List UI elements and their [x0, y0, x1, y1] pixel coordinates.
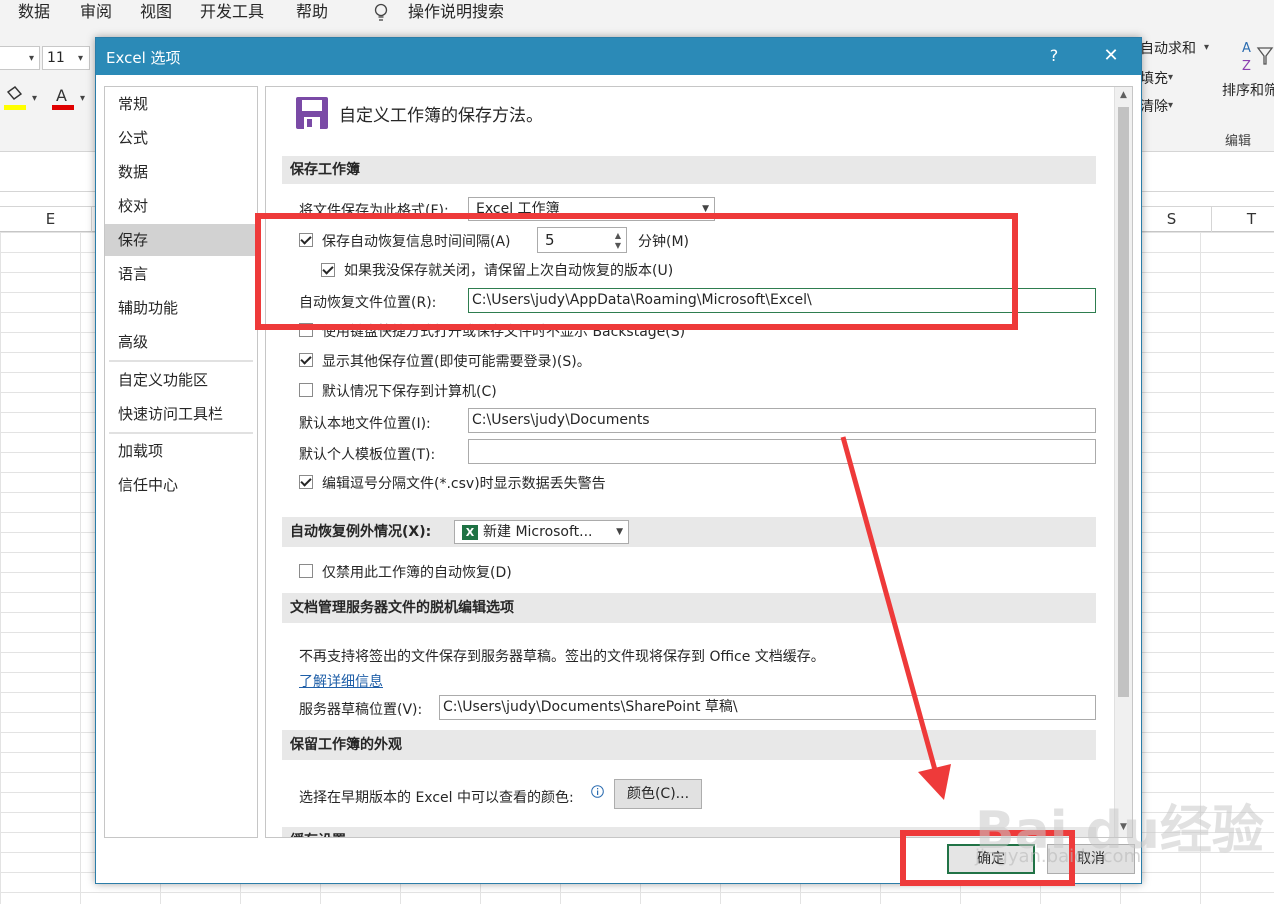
- column-header-t[interactable]: T: [1212, 207, 1274, 232]
- clear-button[interactable]: 清除: [1140, 96, 1168, 116]
- nav-trust-center[interactable]: 信任中心: [105, 469, 257, 501]
- server-drafts-label: 服务器草稿位置(V):: [299, 702, 423, 718]
- chevron-down-icon: ▾: [1168, 72, 1174, 83]
- save-disk-icon: [296, 97, 328, 129]
- font-color-icon[interactable]: A: [52, 86, 74, 112]
- nav-add-ins[interactable]: 加载项: [105, 435, 257, 467]
- svg-text:A: A: [56, 86, 67, 105]
- editing-group-label: 编辑: [1225, 134, 1252, 149]
- sort-filter-icon: A Z: [1242, 41, 1274, 74]
- server-info-text: 不再支持将签出的文件保存到服务器草稿。签出的文件现将保存到 Office 文档缓…: [299, 649, 825, 665]
- colors-label: 选择在早期版本的 Excel 中可以查看的颜色:: [299, 790, 574, 806]
- excel-icon: X: [462, 525, 478, 540]
- baidu-watermark-url: jingyan.baidu.com: [975, 846, 1142, 867]
- highlight-box-autorecover: [255, 213, 1018, 330]
- disable-autorecover-label: 仅禁用此工作簿的自动恢复(D): [322, 565, 512, 581]
- default-local-location-label: 默认本地文件位置(I):: [299, 416, 431, 432]
- menu-review[interactable]: 审阅: [80, 0, 112, 26]
- nav-customize-ribbon[interactable]: 自定义功能区: [105, 364, 257, 396]
- nav-divider: [109, 432, 253, 434]
- page-header: 自定义工作簿的保存方法。: [339, 106, 543, 126]
- save-to-computer-label: 默认情况下保存到计算机(C): [322, 384, 497, 400]
- menu-developer[interactable]: 开发工具: [200, 0, 264, 26]
- nav-divider: [109, 360, 253, 362]
- disable-autorecover-checkbox[interactable]: [299, 564, 313, 578]
- svg-text:Z: Z: [1242, 59, 1251, 74]
- nav-quick-access-toolbar[interactable]: 快速访问工具栏: [105, 398, 257, 430]
- nav-language[interactable]: 语言: [105, 258, 257, 290]
- chevron-down-icon: ▾: [1168, 100, 1174, 111]
- scrollbar-thumb[interactable]: [1118, 107, 1129, 697]
- chevron-down-icon: ▾: [78, 53, 84, 64]
- excel-menubar: 数据 审阅 视图 开发工具 帮助 操作说明搜索: [0, 0, 1274, 30]
- section-offline-editing: 文档管理服务器文件的脱机编辑选项: [282, 593, 1096, 623]
- nav-formulas[interactable]: 公式: [105, 122, 257, 154]
- chevron-down-icon: ▾: [80, 93, 86, 104]
- content-scrollbar[interactable]: ▲ ▼: [1114, 87, 1132, 837]
- exceptions-workbook-value: 新建 Microsoft...: [483, 524, 593, 540]
- nav-save[interactable]: 保存: [105, 224, 257, 256]
- section-save-workbooks: 保存工作簿: [282, 156, 1096, 184]
- csv-warning-label: 编辑逗号分隔文件(*.csv)时显示数据丢失警告: [322, 476, 606, 492]
- tell-me-search[interactable]: 操作说明搜索: [408, 0, 504, 26]
- column-header-s[interactable]: S: [1132, 207, 1212, 232]
- info-icon[interactable]: [591, 785, 604, 798]
- default-local-location-input[interactable]: C:\Users\judy\Documents: [468, 408, 1096, 433]
- nav-data[interactable]: 数据: [105, 156, 257, 188]
- column-header-e[interactable]: E: [10, 207, 92, 232]
- section-autorecover-exceptions: 自动恢复例外情况(X):: [282, 517, 1096, 547]
- template-location-input[interactable]: [468, 439, 1096, 464]
- show-other-locations-checkbox[interactable]: [299, 353, 313, 367]
- nav-accessibility[interactable]: 辅助功能: [105, 292, 257, 324]
- colors-button[interactable]: 颜色(C)...: [614, 779, 702, 809]
- nav-general[interactable]: 常规: [105, 88, 257, 120]
- help-button[interactable]: ?: [1034, 42, 1074, 70]
- show-other-locations-label: 显示其他保存位置(即使可能需要登录)(S)。: [322, 354, 591, 370]
- chevron-down-icon: ▾: [29, 53, 35, 64]
- excel-options-dialog: Excel 选项 ? ✕ 常规 公式 数据 校对 保存 语言 辅助功能 高级 自…: [95, 37, 1142, 884]
- nav-proofing[interactable]: 校对: [105, 190, 257, 222]
- server-drafts-input[interactable]: C:\Users\judy\Documents\SharePoint 草稿\: [439, 695, 1096, 720]
- menu-data[interactable]: 数据: [18, 0, 50, 26]
- menu-view[interactable]: 视图: [140, 0, 172, 26]
- chevron-down-icon: ▾: [1204, 42, 1210, 53]
- exceptions-title: 自动恢复例外情况(X):: [290, 524, 432, 540]
- chevron-down-icon: ▾: [32, 93, 38, 104]
- scroll-up-icon[interactable]: ▲: [1115, 87, 1132, 104]
- sort-filter-button[interactable]: 排序和筛选: [1222, 80, 1274, 100]
- autosum-button[interactable]: 自动求和: [1140, 38, 1196, 58]
- options-content: 自定义工作簿的保存方法。 保存工作簿 将文件保存为此格式(F): Excel 工…: [265, 86, 1133, 838]
- template-location-label: 默认个人模板位置(T):: [299, 447, 436, 463]
- exceptions-workbook-select[interactable]: X 新建 Microsoft... ▼: [454, 520, 629, 544]
- options-nav: 常规 公式 数据 校对 保存 语言 辅助功能 高级 自定义功能区 快速访问工具栏…: [104, 86, 258, 838]
- lightbulb-icon: [374, 3, 388, 21]
- close-button[interactable]: ✕: [1091, 42, 1131, 70]
- csv-warning-checkbox[interactable]: [299, 475, 313, 489]
- svg-text:A: A: [1242, 41, 1251, 56]
- dialog-titlebar: Excel 选项 ? ✕: [96, 38, 1141, 75]
- nav-advanced[interactable]: 高级: [105, 326, 257, 358]
- menu-help[interactable]: 帮助: [296, 0, 328, 26]
- save-to-computer-checkbox[interactable]: [299, 383, 313, 397]
- fill-color-icon[interactable]: [4, 86, 26, 112]
- section-preserve-appearance: 保留工作簿的外观: [282, 730, 1096, 760]
- dialog-title: Excel 选项: [106, 49, 181, 67]
- chevron-down-icon: ▼: [616, 527, 623, 537]
- font-size-value: 11: [47, 50, 65, 66]
- fill-button[interactable]: 填充: [1140, 68, 1168, 88]
- learn-more-link[interactable]: 了解详细信息: [299, 671, 383, 691]
